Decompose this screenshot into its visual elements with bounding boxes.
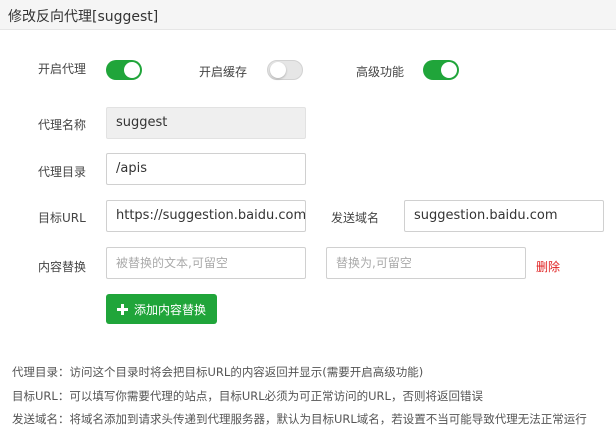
dialog-header: 修改反向代理[suggest] (0, 0, 616, 30)
replace-from-input[interactable] (106, 247, 306, 279)
toggle-knob (124, 62, 140, 78)
advanced-label: 高级功能 (356, 65, 405, 79)
delete-replace-link[interactable]: 删除 (536, 258, 560, 275)
content-replace-label: 内容替换 (38, 260, 87, 274)
proxy-dir-label: 代理目录 (38, 165, 87, 179)
toggle-knob (270, 62, 286, 78)
help-proxy-dir: 代理目录：访问这个目录时将会把目标URL的内容返回并显示(需要开启高级功能) (12, 365, 424, 379)
proxy-name-label: 代理名称 (38, 118, 87, 132)
send-domain-label: 发送域名 (331, 211, 380, 225)
replace-to-input[interactable] (326, 247, 526, 279)
toggle-knob (441, 62, 457, 78)
help-target-url: 目标URL：可以填写你需要代理的站点，目标URL必须为可正常访问的URL，否则将… (12, 389, 483, 403)
enable-proxy-toggle[interactable] (106, 60, 142, 80)
add-button-label: 添加内容替换 (133, 302, 206, 317)
add-content-replace-button[interactable]: 添加内容替换 (106, 294, 217, 324)
enable-cache-label: 开启缓存 (199, 65, 248, 79)
send-domain-input[interactable]: suggestion.baidu.com (404, 200, 604, 232)
enable-proxy-label: 开启代理 (38, 62, 87, 76)
help-send-domain: 发送域名：将域名添加到请求头传递到代理服务器，默认为目标URL域名，若设置不当可… (12, 412, 587, 426)
target-url-input[interactable]: https://suggestion.baidu.com (106, 200, 306, 232)
enable-cache-toggle[interactable] (267, 60, 303, 80)
dialog-title: 修改反向代理[suggest] (8, 9, 159, 25)
proxy-dir-input[interactable]: /apis (106, 153, 306, 185)
proxy-name-field: suggest (106, 107, 306, 139)
target-url-label: 目标URL (38, 211, 86, 225)
plus-icon (116, 303, 128, 315)
advanced-toggle[interactable] (423, 60, 459, 80)
